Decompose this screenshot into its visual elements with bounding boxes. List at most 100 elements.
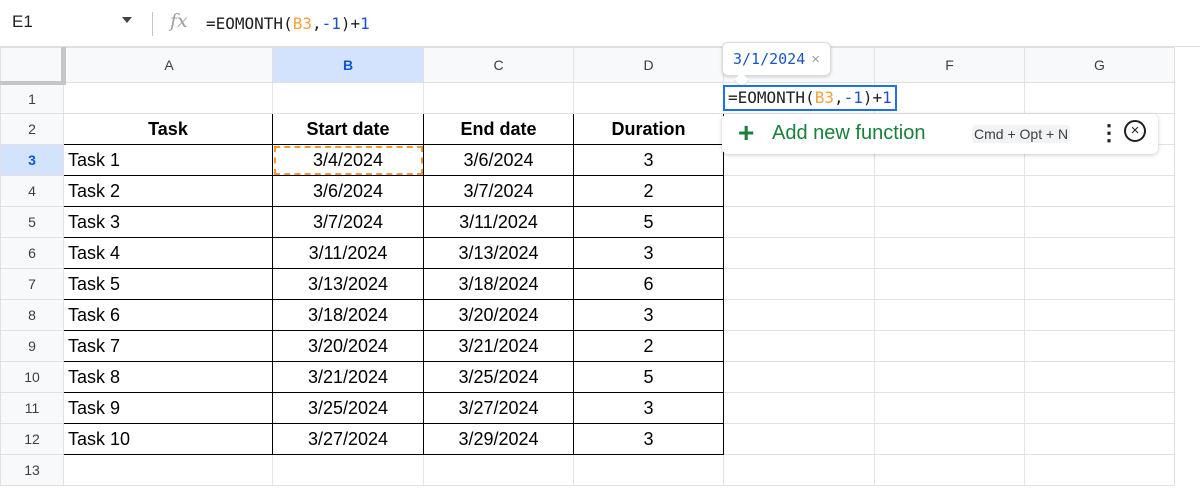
- start-date-cell[interactable]: 3/20/2024: [272, 330, 424, 362]
- task-cell[interactable]: Task 1: [63, 144, 273, 176]
- cell[interactable]: [272, 454, 424, 486]
- duration-cell[interactable]: 2: [573, 175, 724, 207]
- end-date-cell[interactable]: 3/18/2024: [423, 268, 574, 300]
- cell[interactable]: [874, 268, 1025, 300]
- name-box-dropdown-icon[interactable]: [122, 17, 132, 23]
- task-cell[interactable]: Task 6: [63, 299, 273, 331]
- cell[interactable]: [1024, 361, 1175, 393]
- task-cell[interactable]: Task 7: [63, 330, 273, 362]
- header-cell-start-date[interactable]: Start date: [272, 113, 424, 145]
- row-header-2[interactable]: 2: [0, 113, 64, 145]
- header-cell-end-date[interactable]: End date: [423, 113, 574, 145]
- end-date-cell[interactable]: 3/21/2024: [423, 330, 574, 362]
- start-date-cell[interactable]: 3/11/2024: [272, 237, 424, 269]
- start-date-cell[interactable]: 3/25/2024: [272, 392, 424, 424]
- column-header-d[interactable]: D: [573, 47, 724, 83]
- column-header-g[interactable]: G: [1024, 47, 1175, 83]
- select-all-corner[interactable]: [0, 47, 66, 85]
- cell[interactable]: [874, 206, 1025, 238]
- cell[interactable]: [423, 82, 574, 114]
- row-header-9[interactable]: 9: [0, 330, 64, 362]
- cell[interactable]: [723, 392, 875, 424]
- end-date-cell[interactable]: 3/13/2024: [423, 237, 574, 269]
- cell[interactable]: [723, 268, 875, 300]
- row-header-8[interactable]: 8: [0, 299, 64, 331]
- row-header-13[interactable]: 13: [0, 454, 64, 486]
- duration-cell[interactable]: 2: [573, 330, 724, 362]
- duration-cell[interactable]: 5: [573, 206, 724, 238]
- cell[interactable]: [723, 299, 875, 331]
- cell[interactable]: [423, 454, 574, 486]
- cell[interactable]: [1024, 82, 1175, 114]
- row-header-1[interactable]: 1: [0, 82, 64, 114]
- cell[interactable]: [723, 330, 875, 362]
- start-date-cell[interactable]: 3/13/2024: [272, 268, 424, 300]
- task-cell[interactable]: Task 5: [63, 268, 273, 300]
- row-header-5[interactable]: 5: [0, 206, 64, 238]
- cell[interactable]: [723, 175, 875, 207]
- cell[interactable]: [723, 361, 875, 393]
- start-date-cell[interactable]: 3/21/2024: [272, 361, 424, 393]
- task-cell[interactable]: Task 3: [63, 206, 273, 238]
- task-cell[interactable]: Task 8: [63, 361, 273, 393]
- column-header-f[interactable]: F: [874, 47, 1025, 83]
- duration-cell[interactable]: 3: [573, 423, 724, 455]
- duration-cell[interactable]: 3: [573, 144, 724, 176]
- cell[interactable]: [573, 454, 724, 486]
- cell[interactable]: [874, 454, 1025, 486]
- task-cell[interactable]: Task 9: [63, 392, 273, 424]
- duration-cell[interactable]: 3: [573, 237, 724, 269]
- header-cell-duration[interactable]: Duration: [573, 113, 724, 145]
- formula-input[interactable]: =EOMONTH(B3,-1)+1: [206, 14, 370, 33]
- column-header-a[interactable]: A: [63, 47, 273, 83]
- row-header-11[interactable]: 11: [0, 392, 64, 424]
- cell[interactable]: [573, 82, 724, 114]
- cell[interactable]: [723, 454, 875, 486]
- task-cell[interactable]: Task 2: [63, 175, 273, 207]
- end-date-cell[interactable]: 3/29/2024: [423, 423, 574, 455]
- cell[interactable]: [723, 206, 875, 238]
- start-date-cell[interactable]: 3/7/2024: [272, 206, 424, 238]
- row-header-12[interactable]: 12: [0, 423, 64, 455]
- duration-cell[interactable]: 3: [573, 392, 724, 424]
- cell[interactable]: [1024, 268, 1175, 300]
- cell[interactable]: [874, 237, 1025, 269]
- duration-cell[interactable]: 3: [573, 299, 724, 331]
- cell[interactable]: [1024, 299, 1175, 331]
- start-date-cell-referenced[interactable]: 3/4/2024: [272, 144, 424, 176]
- cell[interactable]: [1024, 237, 1175, 269]
- row-header-3[interactable]: 3: [0, 144, 64, 176]
- name-box[interactable]: E1: [12, 12, 33, 32]
- cell[interactable]: [723, 237, 875, 269]
- row-header-4[interactable]: 4: [0, 175, 64, 207]
- end-date-cell[interactable]: 3/7/2024: [423, 175, 574, 207]
- cell[interactable]: [1024, 423, 1175, 455]
- row-header-10[interactable]: 10: [0, 361, 64, 393]
- cell[interactable]: [874, 175, 1025, 207]
- duration-cell[interactable]: 6: [573, 268, 724, 300]
- cell[interactable]: [63, 82, 273, 114]
- cell[interactable]: [723, 423, 875, 455]
- cell[interactable]: [874, 82, 1025, 114]
- cell[interactable]: [272, 82, 424, 114]
- column-header-b[interactable]: B: [272, 47, 424, 83]
- column-header-c[interactable]: C: [423, 47, 574, 83]
- cell[interactable]: [874, 330, 1025, 362]
- start-date-cell[interactable]: 3/6/2024: [272, 175, 424, 207]
- start-date-cell[interactable]: 3/27/2024: [272, 423, 424, 455]
- row-header-6[interactable]: 6: [0, 237, 64, 269]
- close-circle-icon[interactable]: ×: [1124, 120, 1146, 142]
- cell[interactable]: [1024, 454, 1175, 486]
- duration-cell[interactable]: 5: [573, 361, 724, 393]
- start-date-cell[interactable]: 3/18/2024: [272, 299, 424, 331]
- task-cell[interactable]: Task 10: [63, 423, 273, 455]
- cell[interactable]: [874, 299, 1025, 331]
- end-date-cell[interactable]: 3/11/2024: [423, 206, 574, 238]
- plus-icon[interactable]: +: [738, 117, 754, 149]
- end-date-cell[interactable]: 3/27/2024: [423, 392, 574, 424]
- cell[interactable]: [874, 392, 1025, 424]
- cell[interactable]: [1024, 175, 1175, 207]
- more-options-icon[interactable]: ⋮: [1098, 120, 1120, 146]
- close-icon[interactable]: ×: [811, 51, 820, 68]
- end-date-cell[interactable]: 3/25/2024: [423, 361, 574, 393]
